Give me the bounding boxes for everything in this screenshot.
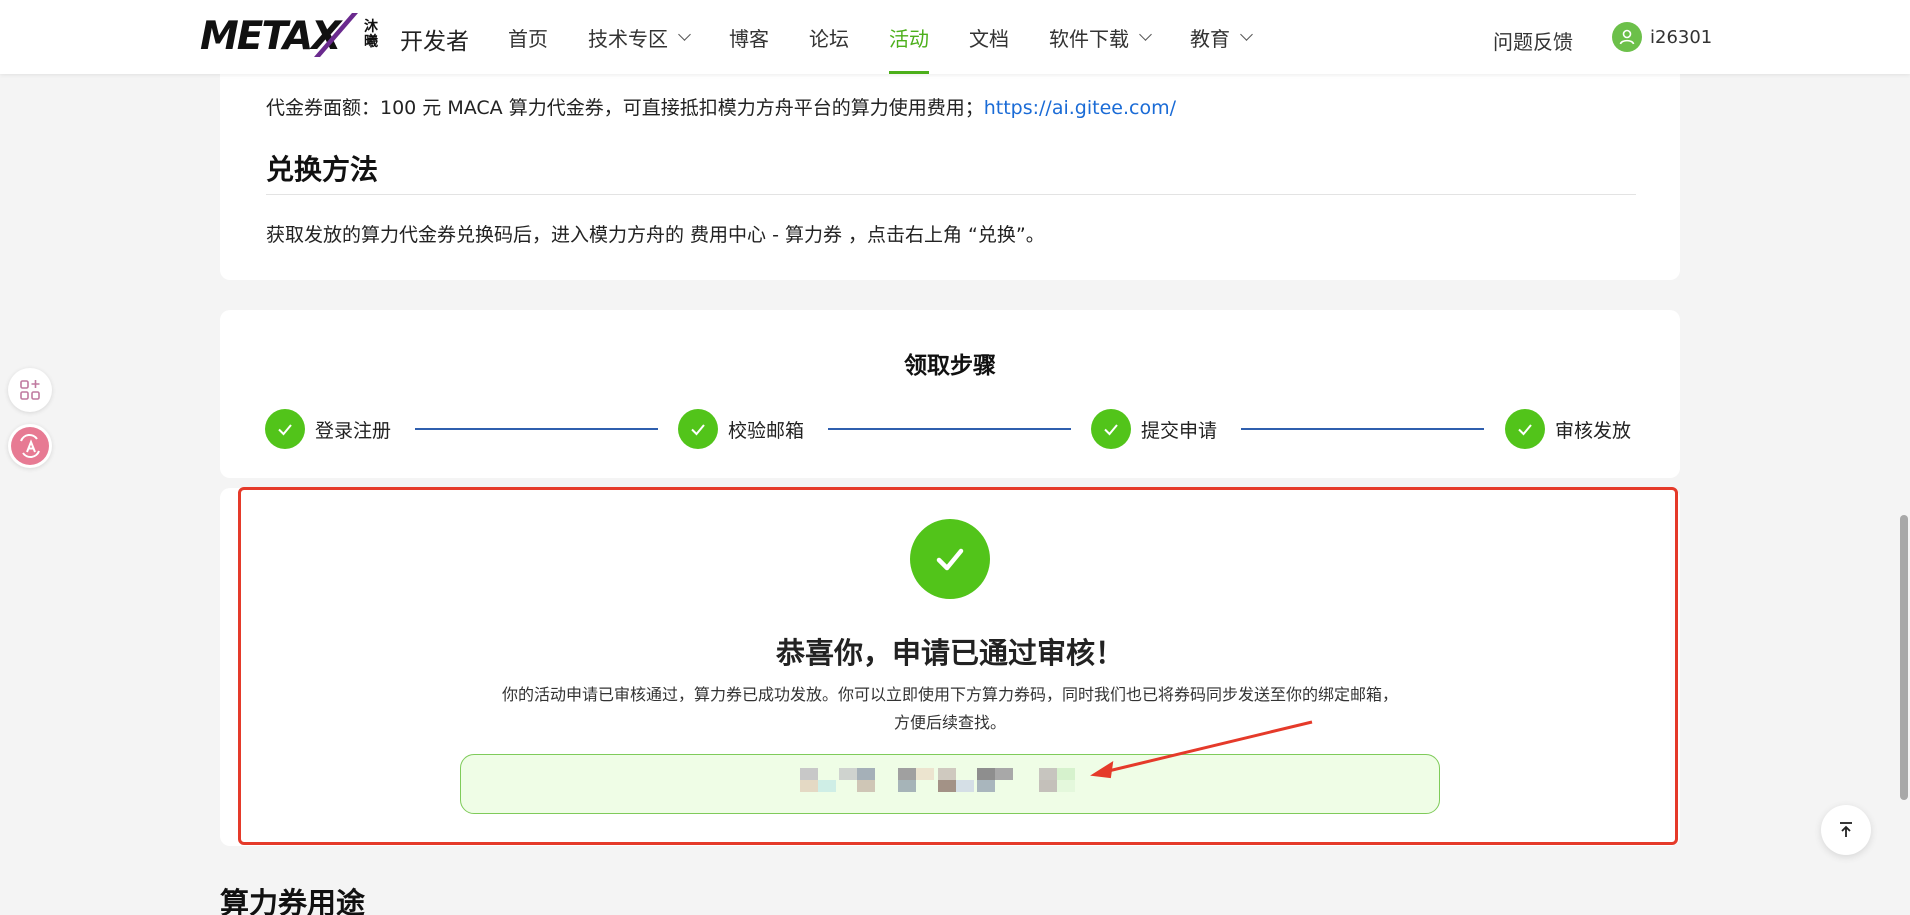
main-nav: 首页 技术专区 博客 论坛 活动 文档 软件下载 教育 (508, 0, 1291, 74)
nav-tech-zone[interactable]: 技术专区 (588, 0, 691, 74)
logo-cn: 沐曦 (364, 19, 378, 50)
metax-logo[interactable]: METAX 沐曦 (200, 10, 380, 60)
voucher-info: 代金券面额：100 元 MACA 算力代金券，可直接抵扣模力方舟平台的算力使用费… (266, 97, 1176, 119)
apps-icon (20, 380, 40, 400)
check-icon (265, 409, 305, 449)
nav-software-download[interactable]: 软件下载 (1049, 0, 1152, 74)
developer-label: 开发者 (400, 29, 469, 55)
success-description: 你的活动申请已审核通过，算力券已成功发放。你可以立即使用下方算力券码，同时我们也… (501, 685, 1398, 732)
user-avatar-icon (1612, 22, 1642, 52)
translate-button[interactable] (8, 424, 52, 468)
step-login: 登录注册 (265, 409, 391, 449)
step-verify-email: 校验邮箱 (678, 409, 804, 449)
page-scrollbar[interactable] (1900, 515, 1908, 800)
gitee-link[interactable]: https://ai.gitee.com/ (984, 97, 1176, 119)
top-navbar: METAX 沐曦 开发者 首页 技术专区 博客 论坛 活动 文档 软件下载 教育… (0, 0, 1910, 74)
back-to-top-icon (1840, 822, 1852, 837)
username: i26301 (1650, 26, 1713, 48)
check-icon (1505, 409, 1545, 449)
translate-icon (11, 427, 49, 465)
step-connector (828, 428, 1071, 430)
nav-activity[interactable]: 活动 (889, 0, 929, 74)
nav-home[interactable]: 首页 (508, 0, 548, 74)
step-connector (1241, 428, 1484, 430)
redeem-title: 兑换方法 (266, 153, 379, 186)
divider (266, 194, 1636, 195)
chevron-down-icon (1240, 27, 1253, 41)
feedback-link[interactable]: 问题反馈 (1493, 26, 1573, 55)
redeem-instructions: 获取发放的算力代金券兑换码后，进入模力方舟的 费用中心 - 算力券 ，点击右上角… (266, 224, 1045, 246)
nav-docs[interactable]: 文档 (969, 0, 1009, 74)
step-connector (415, 428, 658, 430)
steps-card (220, 310, 1680, 478)
voucher-code-box[interactable] (460, 754, 1440, 814)
apps-button[interactable] (8, 368, 52, 412)
metax-logo-mark: METAX (200, 13, 358, 57)
nav-blog[interactable]: 博客 (729, 0, 769, 74)
chevron-down-icon (678, 27, 691, 41)
chevron-down-icon (1139, 27, 1152, 41)
nav-education[interactable]: 教育 (1190, 0, 1253, 74)
check-icon (1091, 409, 1131, 449)
nav-forum[interactable]: 论坛 (809, 0, 849, 74)
check-icon (678, 409, 718, 449)
user-menu[interactable]: i26301 (1612, 22, 1712, 52)
step-review: 审核发放 (1505, 409, 1631, 449)
steps-title: 领取步骤 (904, 353, 996, 379)
back-to-top-button[interactable] (1821, 805, 1871, 855)
usage-title: 算力券用途 (220, 886, 366, 915)
success-check-icon (910, 519, 990, 599)
step-submit: 提交申请 (1091, 409, 1217, 449)
success-title: 恭喜你，申请已通过审核！ (775, 636, 1124, 670)
